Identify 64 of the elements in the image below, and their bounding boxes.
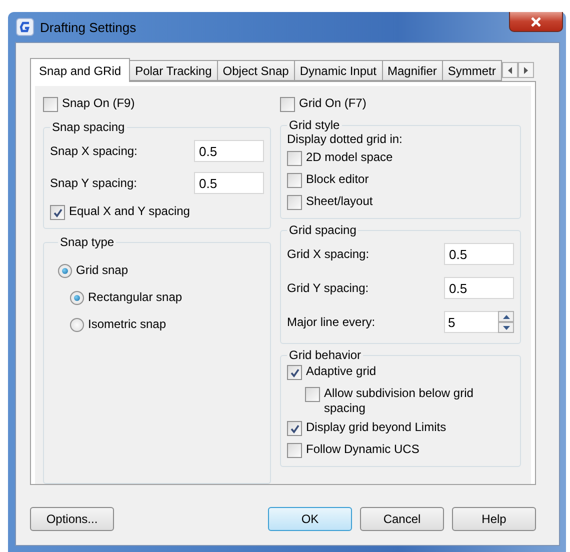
field-label: Snap Y spacing: bbox=[50, 176, 137, 190]
caption: Display dotted grid in: bbox=[287, 132, 404, 146]
checkbox-label: Grid On (F7) bbox=[299, 96, 366, 111]
checkbox-label: Snap On (F9) bbox=[62, 96, 135, 111]
dialog-button[interactable]: OK bbox=[268, 507, 352, 531]
checkbox[interactable] bbox=[287, 151, 302, 166]
scroll-left-button[interactable] bbox=[502, 62, 518, 78]
tab[interactable]: Object Snap bbox=[216, 60, 295, 81]
group-title: Grid spacing bbox=[288, 223, 358, 237]
up-arrow-icon bbox=[502, 314, 510, 318]
tab[interactable]: Polar Tracking bbox=[129, 60, 218, 81]
spin-up-button[interactable] bbox=[498, 311, 514, 322]
group-title: Snap spacing bbox=[51, 120, 126, 134]
checkbox-label: Allow subdivision below grid spacing bbox=[324, 386, 474, 416]
window-title: Drafting Settings bbox=[40, 20, 138, 34]
input-field[interactable]: 0.5 bbox=[444, 243, 514, 265]
spin-down-button[interactable] bbox=[498, 322, 514, 333]
checkbox[interactable] bbox=[287, 421, 302, 436]
radio-label: Rectangular snap bbox=[88, 290, 182, 305]
dialog-button[interactable]: Cancel bbox=[360, 507, 444, 531]
tab[interactable]: Symmetr bbox=[442, 60, 502, 81]
checkbox[interactable] bbox=[287, 365, 302, 380]
checkbox[interactable] bbox=[287, 443, 302, 458]
field-label: Grid X spacing: bbox=[287, 246, 370, 262]
input-field[interactable]: 0.5 bbox=[194, 172, 264, 194]
checkbox-label: Display grid beyond Limits bbox=[306, 420, 446, 435]
group-title: Grid behavior bbox=[288, 348, 362, 362]
tab[interactable]: Magnifier bbox=[382, 60, 443, 81]
group-title: Snap type bbox=[59, 235, 116, 249]
checkbox-label: Sheet/layout bbox=[306, 194, 373, 209]
checkbox-label: Adaptive grid bbox=[306, 364, 376, 379]
checkbox[interactable] bbox=[43, 97, 58, 112]
tab[interactable]: Dynamic Input bbox=[294, 60, 383, 81]
close-icon bbox=[530, 16, 542, 26]
checkbox-label: Block editor bbox=[306, 172, 369, 187]
radio-label: Grid snap bbox=[76, 263, 128, 278]
scroll-right-button[interactable] bbox=[518, 62, 534, 78]
checkbox[interactable] bbox=[287, 195, 302, 210]
app-logo-icon bbox=[16, 18, 34, 36]
input-field[interactable]: 0.5 bbox=[444, 277, 514, 299]
input-field[interactable]: 5 bbox=[444, 311, 498, 333]
radio-button[interactable] bbox=[70, 318, 84, 332]
dialog-button[interactable]: Help bbox=[452, 507, 536, 531]
radio-button[interactable] bbox=[58, 264, 72, 278]
close-button[interactable] bbox=[509, 12, 563, 32]
left-arrow-icon bbox=[508, 66, 512, 74]
field-label: Major line every: bbox=[287, 314, 376, 330]
down-arrow-icon bbox=[502, 326, 510, 330]
checkbox-label: Equal X and Y spacing bbox=[69, 204, 190, 219]
right-arrow-icon bbox=[524, 66, 528, 74]
checkbox[interactable] bbox=[305, 387, 320, 402]
checkbox-label: Follow Dynamic UCS bbox=[306, 442, 420, 457]
field-label: Snap X spacing: bbox=[50, 144, 138, 158]
checkbox[interactable] bbox=[287, 173, 302, 188]
checkbox-label: 2D model space bbox=[306, 150, 393, 165]
input-field[interactable]: 0.5 bbox=[194, 140, 264, 162]
radio-label: Isometric snap bbox=[88, 317, 166, 332]
tab[interactable]: Snap and GRid bbox=[30, 58, 130, 82]
dialog-button[interactable]: Options... bbox=[30, 507, 114, 531]
radio-button[interactable] bbox=[70, 291, 84, 305]
checkbox[interactable] bbox=[50, 205, 65, 220]
field-label: Grid Y spacing: bbox=[287, 280, 369, 296]
group-title: Grid style bbox=[288, 118, 341, 132]
checkbox[interactable] bbox=[280, 97, 295, 112]
